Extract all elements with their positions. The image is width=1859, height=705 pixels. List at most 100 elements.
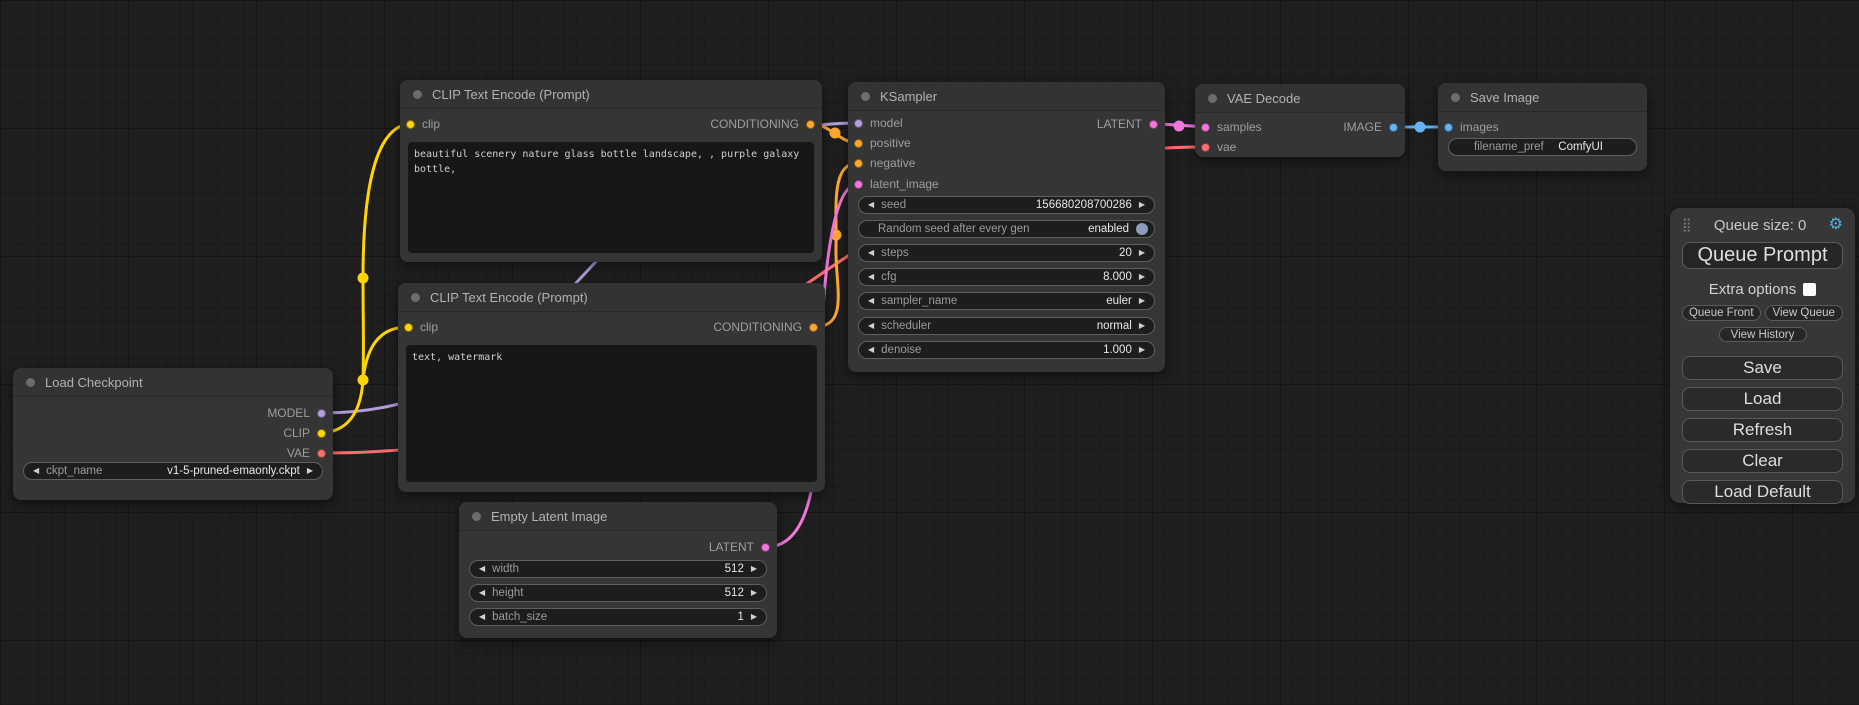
refresh-button[interactable]: Refresh bbox=[1682, 418, 1843, 442]
output-port-LATENT[interactable]: LATENT bbox=[1097, 116, 1158, 132]
wire-junction-dot[interactable] bbox=[831, 230, 842, 241]
decrement-arrow-icon[interactable]: ◀ bbox=[479, 565, 485, 573]
widget-random-seed-after-every-gen[interactable]: Random seed after every genenabled bbox=[858, 220, 1155, 238]
input-dot-clip[interactable] bbox=[406, 120, 415, 129]
wire-junction-dot[interactable] bbox=[830, 128, 841, 139]
node-header-vae-decode[interactable]: VAE Decode bbox=[1195, 84, 1405, 113]
widget-ckpt_name[interactable]: ◀ckpt_namev1-5-pruned-emaonly.ckpt▶ bbox=[23, 462, 323, 480]
input-port-vae[interactable]: vae bbox=[1201, 139, 1236, 155]
prompt-textarea[interactable]: text, watermark bbox=[406, 345, 817, 482]
node-empty-latent-image[interactable]: Empty Latent ImageLATENT◀width512▶◀heigh… bbox=[459, 502, 777, 638]
widget-steps[interactable]: ◀steps20▶ bbox=[858, 244, 1155, 262]
increment-arrow-icon[interactable]: ▶ bbox=[307, 467, 313, 475]
node-header-save-image[interactable]: Save Image bbox=[1438, 83, 1647, 112]
widget-height[interactable]: ◀height512▶ bbox=[469, 584, 767, 602]
node-save-image[interactable]: Save Image images filename_prefixComfyUI bbox=[1438, 83, 1647, 171]
output-port-IMAGE[interactable]: IMAGE bbox=[1343, 119, 1398, 135]
decrement-arrow-icon[interactable]: ◀ bbox=[868, 297, 874, 305]
input-port-images[interactable]: images bbox=[1444, 119, 1499, 135]
input-dot-samples[interactable] bbox=[1201, 123, 1210, 132]
decrement-arrow-icon[interactable]: ◀ bbox=[868, 322, 874, 330]
widget-filename_prefix[interactable]: filename_prefixComfyUI bbox=[1448, 138, 1637, 156]
increment-arrow-icon[interactable]: ▶ bbox=[1139, 201, 1145, 209]
output-port-CONDITIONING[interactable]: CONDITIONING bbox=[713, 319, 818, 335]
node-load-checkpoint[interactable]: Load Checkpoint MODEL CLIP VAE◀ckpt_namev1-… bbox=[13, 368, 333, 500]
load-button[interactable]: Load bbox=[1682, 387, 1843, 411]
output-port-MODEL[interactable]: MODEL bbox=[267, 405, 326, 421]
input-dot-positive[interactable] bbox=[854, 139, 863, 148]
widget-denoise[interactable]: ◀denoise1.000▶ bbox=[858, 341, 1155, 359]
input-port-samples[interactable]: samples bbox=[1201, 119, 1262, 135]
node-header-clip-text-encode-negative[interactable]: CLIP Text Encode (Prompt) bbox=[398, 283, 825, 312]
output-dot-VAE[interactable] bbox=[317, 449, 326, 458]
node-header-ksampler[interactable]: KSampler bbox=[848, 82, 1165, 111]
output-port-CONDITIONING[interactable]: CONDITIONING bbox=[710, 116, 815, 132]
increment-arrow-icon[interactable]: ▶ bbox=[1139, 346, 1145, 354]
decrement-arrow-icon[interactable]: ◀ bbox=[479, 613, 485, 621]
wire-junction-dot[interactable] bbox=[1415, 122, 1426, 133]
widget-batch_size[interactable]: ◀batch_size1▶ bbox=[469, 608, 767, 626]
wire-junction-dot[interactable] bbox=[1174, 121, 1185, 132]
widget-cfg[interactable]: ◀cfg8.000▶ bbox=[858, 268, 1155, 286]
view-queue-button[interactable]: View Queue bbox=[1765, 305, 1844, 321]
input-dot-latent_image[interactable] bbox=[854, 180, 863, 189]
increment-arrow-icon[interactable]: ▶ bbox=[1139, 273, 1145, 281]
extra-options-checkbox[interactable] bbox=[1803, 283, 1816, 296]
input-port-latent_image[interactable]: latent_image bbox=[854, 176, 939, 192]
clear-button[interactable]: Clear bbox=[1682, 449, 1843, 473]
widget-width[interactable]: ◀width512▶ bbox=[469, 560, 767, 578]
increment-arrow-icon[interactable]: ▶ bbox=[751, 589, 757, 597]
increment-arrow-icon[interactable]: ▶ bbox=[1139, 322, 1145, 330]
queue-prompt-button[interactable]: Queue Prompt bbox=[1682, 242, 1843, 269]
widget-sampler_name[interactable]: ◀sampler_nameeuler▶ bbox=[858, 292, 1155, 310]
load-default-button[interactable]: Load Default bbox=[1682, 480, 1843, 504]
input-port-clip[interactable]: clip bbox=[406, 116, 440, 132]
input-dot-images[interactable] bbox=[1444, 123, 1453, 132]
output-port-VAE[interactable]: VAE bbox=[287, 445, 326, 461]
input-dot-negative[interactable] bbox=[854, 159, 863, 168]
output-port-LATENT[interactable]: LATENT bbox=[709, 539, 770, 555]
queue-front-button[interactable]: Queue Front bbox=[1682, 305, 1761, 321]
node-ksampler[interactable]: KSampler model positive negative latent_imag… bbox=[848, 82, 1165, 372]
widget-scheduler[interactable]: ◀schedulernormal▶ bbox=[858, 317, 1155, 335]
node-vae-decode[interactable]: VAE Decode samples vae IMAGE bbox=[1195, 84, 1405, 157]
increment-arrow-icon[interactable]: ▶ bbox=[751, 565, 757, 573]
input-port-model[interactable]: model bbox=[854, 115, 903, 131]
node-clip-text-encode-negative[interactable]: CLIP Text Encode (Prompt) clip CONDITIONIN… bbox=[398, 283, 825, 492]
output-dot-LATENT[interactable] bbox=[1149, 120, 1158, 129]
graph-canvas[interactable]: { "colors": { "MODEL": "#b39ddb", "CLIP"… bbox=[0, 0, 1859, 705]
output-dot-CONDITIONING[interactable] bbox=[806, 120, 815, 129]
output-port-CLIP[interactable]: CLIP bbox=[283, 425, 326, 441]
input-port-negative[interactable]: negative bbox=[854, 155, 915, 171]
wire-junction-dot[interactable] bbox=[358, 273, 369, 284]
prompt-textarea[interactable]: beautiful scenery nature glass bottle la… bbox=[408, 142, 814, 253]
node-clip-text-encode-positive[interactable]: CLIP Text Encode (Prompt) clip CONDITIONIN… bbox=[400, 80, 822, 262]
drag-handle-icon[interactable]: ⣿ bbox=[1682, 217, 1692, 233]
node-header-load-checkpoint[interactable]: Load Checkpoint bbox=[13, 368, 333, 397]
input-dot-clip[interactable] bbox=[404, 323, 413, 332]
decrement-arrow-icon[interactable]: ◀ bbox=[868, 346, 874, 354]
input-dot-model[interactable] bbox=[854, 119, 863, 128]
wire-junction-dot[interactable] bbox=[358, 375, 369, 386]
decrement-arrow-icon[interactable]: ◀ bbox=[868, 273, 874, 281]
decrement-arrow-icon[interactable]: ◀ bbox=[479, 589, 485, 597]
gear-icon[interactable]: ⚙ bbox=[1829, 217, 1843, 233]
output-dot-IMAGE[interactable] bbox=[1389, 123, 1398, 132]
output-dot-LATENT[interactable] bbox=[761, 543, 770, 552]
decrement-arrow-icon[interactable]: ◀ bbox=[868, 249, 874, 257]
output-dot-CONDITIONING[interactable] bbox=[809, 323, 818, 332]
output-dot-CLIP[interactable] bbox=[317, 429, 326, 438]
increment-arrow-icon[interactable]: ▶ bbox=[751, 613, 757, 621]
view-history-button[interactable]: View History bbox=[1719, 327, 1807, 342]
input-port-clip[interactable]: clip bbox=[404, 319, 438, 335]
input-port-positive[interactable]: positive bbox=[854, 135, 911, 151]
decrement-arrow-icon[interactable]: ◀ bbox=[33, 467, 39, 475]
increment-arrow-icon[interactable]: ▶ bbox=[1139, 297, 1145, 305]
toggle-dot[interactable] bbox=[1136, 223, 1148, 235]
input-dot-vae[interactable] bbox=[1201, 143, 1210, 152]
increment-arrow-icon[interactable]: ▶ bbox=[1139, 249, 1145, 257]
output-dot-MODEL[interactable] bbox=[317, 409, 326, 418]
node-header-clip-text-encode-positive[interactable]: CLIP Text Encode (Prompt) bbox=[400, 80, 822, 109]
save-button[interactable]: Save bbox=[1682, 356, 1843, 380]
widget-seed[interactable]: ◀seed156680208700286▶ bbox=[858, 196, 1155, 214]
